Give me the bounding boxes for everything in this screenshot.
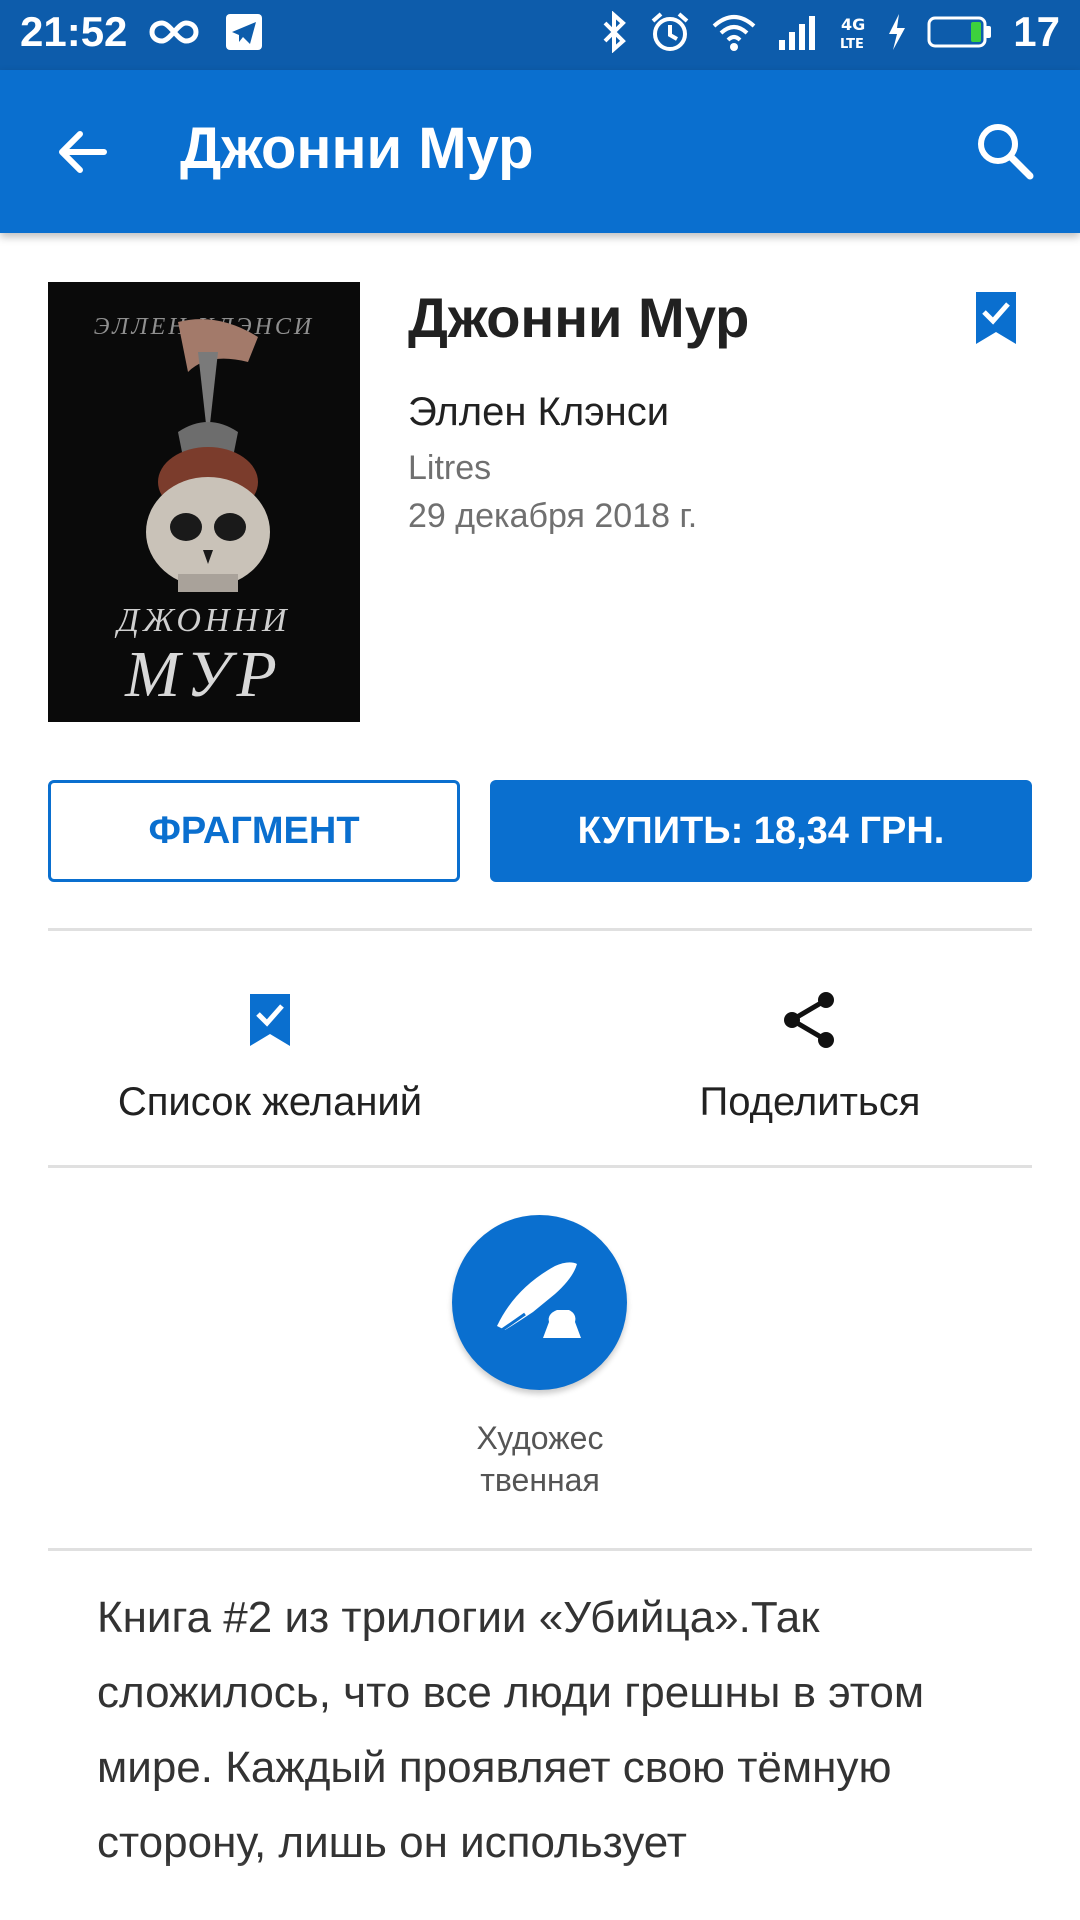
battery-level: 17 <box>1013 8 1060 55</box>
cover-title-line2: МУР <box>125 638 283 711</box>
bluetooth-icon <box>603 11 627 53</box>
wishlist-label: Список желаний <box>117 1080 423 1124</box>
battery-icon <box>927 16 992 48</box>
status-right-icons: 4G LTE 17 <box>601 8 1060 56</box>
description-fade <box>0 1860 1080 1920</box>
wifi-icon <box>712 15 756 51</box>
share-label: Поделиться <box>699 1080 921 1124</box>
divider <box>48 928 1032 931</box>
app-bar-title: Джонни Мур <box>180 116 534 181</box>
telegram-icon <box>226 14 262 50</box>
share-icon <box>779 989 841 1051</box>
alarm-icon <box>651 12 689 51</box>
status-left-icons <box>148 12 264 52</box>
genre-label: Художес твенная <box>390 1417 690 1501</box>
book-date: 29 декабря 2018 г. <box>408 497 698 535</box>
back-arrow-icon[interactable] <box>52 122 112 182</box>
infinity-icon <box>149 20 199 44</box>
signal-icon <box>779 16 816 50</box>
cover-title-line1: ДЖОННИ <box>117 602 291 639</box>
wishlist-bookmark-icon[interactable] <box>974 290 1018 346</box>
charging-icon <box>889 14 906 50</box>
app-bar: Джонни Мур <box>0 70 1080 233</box>
svg-text:LTE: LTE <box>840 37 864 52</box>
fragment-button[interactable]: ФРАГМЕНТ <box>48 780 460 882</box>
buy-button[interactable]: КУПИТЬ: 18,34 ГРН. <box>490 780 1032 882</box>
book-publisher: Litres <box>408 449 492 487</box>
wishlist-icon <box>239 989 301 1051</box>
book-cover[interactable]: ЭЛЛЕН КЛЭНСИ ДЖОННИ МУР <box>48 282 360 722</box>
divider <box>48 1548 1032 1551</box>
status-bar: 21:52 4G LTE 17 <box>0 0 1080 70</box>
share-action[interactable]: Поделиться <box>580 975 1040 1145</box>
lte-icon: 4G LTE <box>840 15 865 52</box>
svg-text:4G: 4G <box>841 15 865 34</box>
quill-ink-icon <box>496 1261 581 1338</box>
status-time: 21:52 <box>20 8 128 55</box>
search-icon[interactable] <box>972 118 1036 182</box>
genre-button[interactable] <box>452 1215 627 1390</box>
divider <box>48 1165 1032 1168</box>
genre-label-line1: Художес <box>476 1420 604 1456</box>
book-author[interactable]: Эллен Клэнси <box>408 390 669 435</box>
genre-label-line2: твенная <box>480 1462 600 1498</box>
wishlist-action[interactable]: Список желаний <box>40 975 500 1145</box>
book-description[interactable]: Книга #2 из трилогии «Убийца».Так сложил… <box>97 1580 977 1900</box>
book-title: Джонни Мур <box>408 286 750 349</box>
